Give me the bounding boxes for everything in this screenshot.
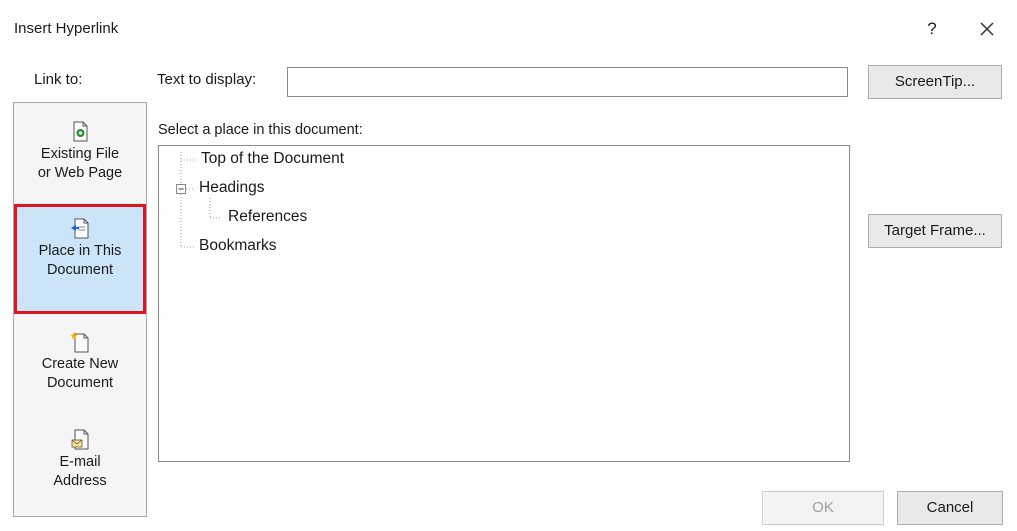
link-to-panel: Existing File or Web Page Place in This …: [13, 102, 147, 517]
email-address-icon: [71, 429, 89, 450]
link-to-existing-file[interactable]: Existing File or Web Page: [14, 117, 146, 201]
existing-file-icon: [73, 121, 88, 142]
existing-line1: Existing File: [40, 146, 120, 162]
tree-item-bookmarks[interactable]: Bookmarks: [199, 237, 277, 255]
email-line2: Address: [53, 473, 107, 489]
insert-hyperlink-dialog: Insert Hyperlink ? Link to: Existing Fil…: [0, 0, 1017, 531]
close-button[interactable]: [972, 14, 1002, 44]
text-to-display-input[interactable]: [287, 67, 848, 97]
tree-item-references[interactable]: References: [228, 208, 307, 226]
target-frame-button[interactable]: Target Frame...: [868, 214, 1002, 248]
help-button[interactable]: ?: [920, 16, 944, 42]
help-icon: ?: [927, 19, 937, 38]
text-to-display-label: Text to display:: [157, 71, 257, 88]
create-line2: Document: [46, 375, 114, 391]
create-line1: Create New: [41, 356, 119, 372]
email-line1: E-mail: [59, 454, 101, 470]
collapse-icon[interactable]: [176, 184, 187, 195]
close-icon: [980, 22, 994, 36]
link-to-label: Link to:: [34, 71, 83, 88]
place-in-document-icon: [71, 218, 89, 239]
place-line2: Document: [46, 262, 114, 278]
cancel-button[interactable]: Cancel: [897, 491, 1003, 525]
tree-item-headings[interactable]: Headings: [199, 179, 265, 197]
ok-button[interactable]: OK: [762, 491, 884, 525]
document-place-tree[interactable]: Top of the Document Headings References …: [158, 145, 850, 462]
dialog-title: Insert Hyperlink: [14, 20, 119, 37]
link-to-email-address[interactable]: E-mail Address: [14, 425, 146, 509]
screentip-button[interactable]: ScreenTip...: [868, 65, 1002, 99]
link-to-place-in-document[interactable]: Place in This Document: [14, 204, 146, 314]
create-new-document-icon: [70, 332, 89, 353]
existing-line2: or Web Page: [37, 165, 123, 181]
place-line1: Place in This: [38, 243, 122, 259]
select-place-label: Select a place in this document:: [158, 122, 363, 138]
tree-item-top-of-document[interactable]: Top of the Document: [201, 150, 344, 168]
link-to-create-new-document[interactable]: Create New Document: [14, 323, 146, 407]
